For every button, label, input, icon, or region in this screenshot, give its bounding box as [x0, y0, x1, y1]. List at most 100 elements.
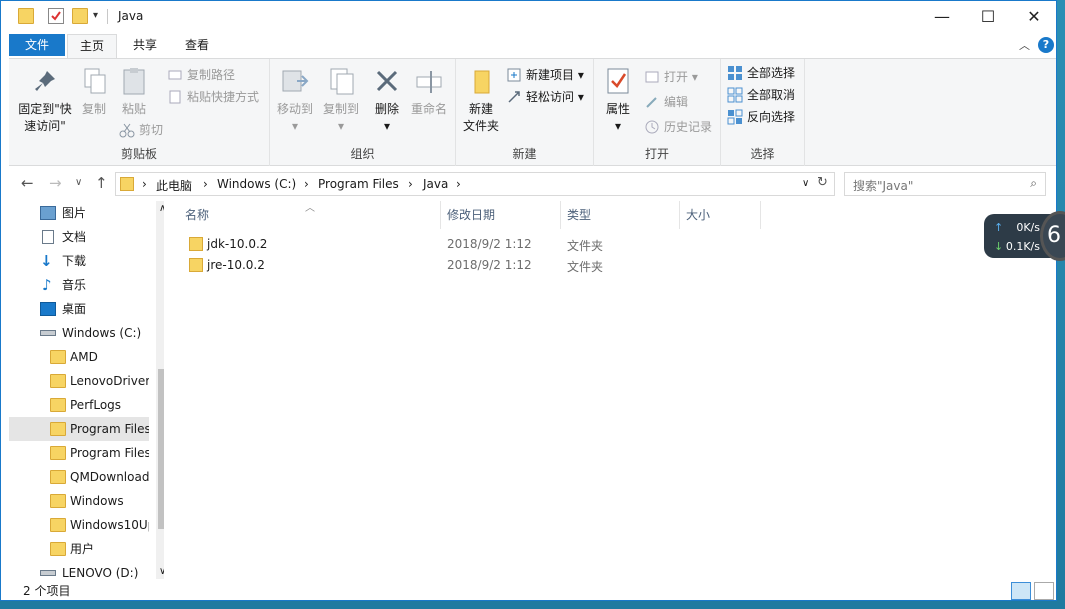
close-button[interactable]: ✕	[1011, 1, 1056, 32]
table-row[interactable]: jdk-10.0.2 2018/9/2 1:12 文件夹	[185, 234, 785, 255]
copy-button[interactable]: 复制	[79, 65, 109, 118]
easy-access-icon	[506, 89, 522, 105]
column-header-size[interactable]: 大小	[686, 208, 710, 230]
nav-item-documents[interactable]: 文档	[9, 225, 149, 249]
nav-item-desktop[interactable]: 桌面	[9, 297, 149, 321]
back-arrow-icon[interactable]: ←	[21, 174, 34, 192]
invert-selection-label: 反向选择	[747, 110, 796, 124]
pin-quick-access-button[interactable]: 固定到"快速访问"	[13, 65, 77, 135]
nav-item-program-files[interactable]: Program Files	[9, 417, 149, 441]
breadcrumb-separator-icon[interactable]: ›	[304, 177, 309, 191]
delete-button[interactable]: 删除 ▾	[370, 65, 404, 135]
properties-button[interactable]: 属性 ▾	[598, 65, 638, 135]
column-divider[interactable]	[440, 201, 441, 229]
nav-item-label: LENOVO (D:)	[62, 566, 139, 579]
breadcrumb-separator-icon[interactable]: ›	[456, 177, 461, 191]
rename-button[interactable]: 重命名	[408, 65, 450, 118]
refresh-icon[interactable]: ↻	[817, 175, 828, 190]
network-speed-widget[interactable]: ↑ 0K/s ↓ 0.1K/s 6	[984, 211, 1065, 261]
edit-button[interactable]: 编辑	[644, 92, 688, 112]
column-divider[interactable]	[760, 201, 761, 229]
nav-item-drive-d[interactable]: LENOVO (D:)	[9, 561, 149, 579]
move-to-button[interactable]: 移动到 ▾	[274, 65, 316, 135]
address-bar[interactable]: › 此电脑 › Windows (C:) › Program Files › J…	[115, 172, 835, 196]
scrollbar-thumb[interactable]	[158, 369, 164, 529]
table-row[interactable]: jre-10.0.2 2018/9/2 1:12 文件夹	[185, 255, 785, 276]
easy-access-button[interactable]: 轻松访问 ▾	[506, 87, 584, 107]
select-all-label: 全部选择	[747, 66, 796, 80]
cut-button[interactable]: 剪切	[119, 120, 163, 140]
help-icon[interactable]: ?	[1038, 37, 1054, 53]
nav-item-perflogs[interactable]: PerfLogs	[9, 393, 149, 417]
nav-item-drive-c[interactable]: Windows (C:)	[9, 321, 149, 345]
select-none-button[interactable]: 全部取消	[727, 85, 795, 105]
nav-item-label: PerfLogs	[70, 398, 122, 412]
new-folder-quick-icon[interactable]	[72, 8, 88, 24]
breadcrumb-separator-icon[interactable]: ›	[142, 177, 147, 191]
nav-item-downloads[interactable]: ↓ 下载	[9, 249, 149, 273]
details-view-icon[interactable]	[1011, 582, 1031, 600]
minimize-button[interactable]: —	[919, 1, 965, 32]
history-button[interactable]: 历史记录	[644, 117, 712, 137]
up-arrow-icon[interactable]: ↑	[95, 174, 108, 192]
search-input[interactable]: 搜索"Java" ⌕	[844, 172, 1046, 196]
breadcrumb-drive-c[interactable]: Windows (C:)	[217, 177, 296, 191]
search-placeholder: 搜索"Java"	[853, 179, 914, 193]
invert-selection-button[interactable]: 反向选择	[727, 107, 795, 127]
navigation-bar: ← → ∨ ↑ › 此电脑 › Windows (C:) › Program F…	[1, 167, 1056, 201]
breadcrumb-java[interactable]: Java	[423, 177, 448, 191]
new-item-button[interactable]: 新建项目 ▾	[506, 65, 584, 85]
recent-locations-icon[interactable]: ∨	[75, 177, 82, 188]
nav-item-label: QMDownload	[70, 470, 149, 484]
open-group-label: 打开	[644, 147, 669, 161]
music-icon: ♪	[42, 276, 52, 294]
nav-item-music[interactable]: ♪ 音乐	[9, 273, 149, 297]
column-header-type[interactable]: 类型	[567, 208, 591, 230]
forward-arrow-icon[interactable]: →	[49, 174, 62, 192]
sort-ascending-icon: ︿	[305, 203, 315, 214]
column-header-date[interactable]: 修改日期	[447, 208, 495, 230]
address-dropdown-icon[interactable]: ∨	[802, 178, 809, 189]
pin-label: 固定到"快速访问"	[18, 102, 72, 133]
select-all-button[interactable]: 全部选择	[727, 63, 795, 83]
nav-item-lenovodrivers[interactable]: LenovoDrivers	[9, 369, 149, 393]
navpane-scrollbar[interactable]: ∧ ∨	[156, 201, 164, 579]
nav-item-users[interactable]: 用户	[9, 537, 149, 561]
usage-badge: 6	[1040, 211, 1065, 261]
tab-home[interactable]: 主页	[67, 34, 117, 59]
tab-file[interactable]: 文件	[9, 34, 65, 56]
nav-item-qmdownload[interactable]: QMDownload	[9, 465, 149, 489]
paste-shortcut-button[interactable]: 粘贴快捷方式	[167, 87, 259, 107]
maximize-button[interactable]: ☐	[965, 1, 1011, 32]
properties-icon	[602, 65, 634, 97]
nav-item-pictures[interactable]: 图片	[9, 201, 149, 225]
nav-item-windows10upgrade[interactable]: Windows10Upgrade	[9, 513, 149, 537]
properties-quick-icon[interactable]	[48, 8, 64, 24]
breadcrumb-this-pc[interactable]: 此电脑	[156, 177, 192, 194]
nav-item-label: Windows	[70, 494, 124, 508]
open-button[interactable]: 打开 ▾	[644, 67, 698, 87]
nav-item-windows[interactable]: Windows	[9, 489, 149, 513]
scroll-down-icon[interactable]: ∨	[159, 566, 164, 577]
nav-item-program-files-x86[interactable]: Program Files (x86)	[9, 441, 149, 465]
column-header-name[interactable]: 名称	[185, 208, 209, 230]
tab-share[interactable]: 共享	[123, 34, 167, 58]
nav-item-amd[interactable]: AMD	[9, 345, 149, 369]
column-divider[interactable]	[560, 201, 561, 229]
breadcrumb-separator-icon[interactable]: ›	[408, 177, 413, 191]
window-title: Java	[118, 9, 144, 23]
paste-button[interactable]: 粘贴	[117, 65, 151, 118]
column-divider[interactable]	[679, 201, 680, 229]
collapse-ribbon-icon[interactable]: ︿	[1019, 37, 1030, 53]
copy-to-label: 复制到 ▾	[322, 102, 359, 133]
copy-to-button[interactable]: 复制到 ▾	[320, 65, 362, 135]
breadcrumb-separator-icon[interactable]: ›	[203, 177, 208, 191]
tab-view[interactable]: 查看	[175, 34, 219, 58]
scroll-up-icon[interactable]: ∧	[159, 203, 164, 214]
new-folder-button[interactable]: 新建 文件夹	[460, 65, 502, 135]
breadcrumb-program-files[interactable]: Program Files	[318, 177, 399, 191]
copy-path-icon	[167, 67, 183, 83]
paste-label: 粘贴	[121, 102, 146, 116]
copy-path-button[interactable]: 复制路径	[167, 65, 235, 85]
large-icons-view-icon[interactable]	[1034, 582, 1054, 600]
